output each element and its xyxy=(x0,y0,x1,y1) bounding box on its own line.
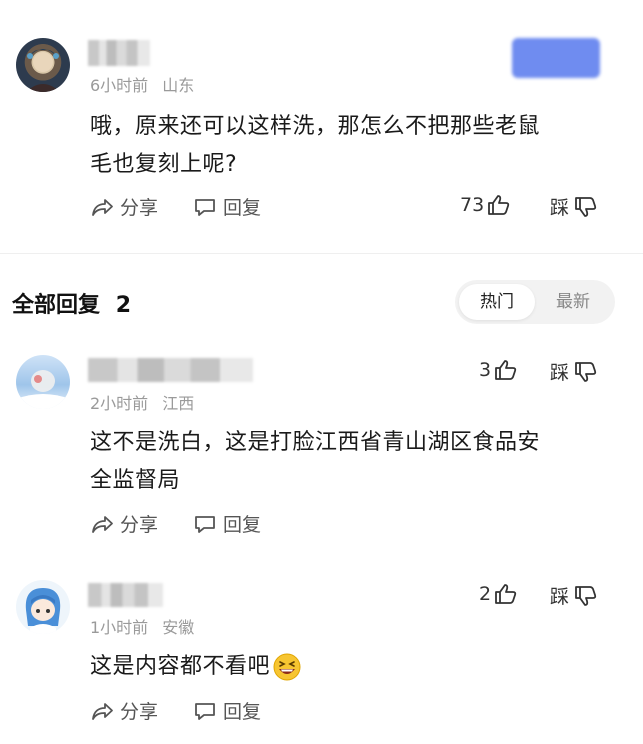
reply-text-line: 这是内容都不看吧 xyxy=(90,654,271,679)
share-icon xyxy=(92,702,113,720)
share-button[interactable]: 分享 xyxy=(90,697,158,724)
thumbs-down-icon xyxy=(575,361,597,382)
comment-meta: 6小时前 山东 xyxy=(90,72,194,96)
dislike-button[interactable]: 踩 xyxy=(550,358,605,385)
reply-text-line: 这不是洗白，这是打脸江西省青山湖区食品安 xyxy=(90,430,541,455)
like-count: 3 xyxy=(479,359,492,381)
reply-meta: 2小时前 江西 xyxy=(90,390,194,414)
like-count: 73 xyxy=(460,194,485,216)
like-button[interactable]: 3 xyxy=(479,358,525,382)
reply-location: 江西 xyxy=(162,394,195,413)
share-button[interactable]: 分享 xyxy=(90,510,158,537)
reply-text: 这不是洗白，这是打脸江西省青山湖区食品安 全监督局 xyxy=(90,424,620,500)
section-divider xyxy=(0,253,643,254)
avatar-image xyxy=(25,588,61,634)
avatar[interactable] xyxy=(16,580,70,634)
dislike-button[interactable]: 踩 xyxy=(550,582,605,609)
reply-label: 回复 xyxy=(223,701,262,723)
like-button[interactable]: 2 xyxy=(479,582,525,606)
like-count: 2 xyxy=(479,583,492,605)
tab-latest[interactable]: 最新 xyxy=(535,284,611,320)
dislike-label: 踩 xyxy=(550,197,570,219)
username-redacted xyxy=(88,358,253,382)
thumbs-up-icon xyxy=(488,195,510,215)
reply-text-line: 全监督局 xyxy=(90,468,181,493)
avatar[interactable] xyxy=(16,355,70,409)
thumbs-down-icon xyxy=(575,585,597,606)
reply-location: 安徽 xyxy=(162,618,195,637)
replies-header: 全部回复 2 xyxy=(12,287,131,319)
reply-button[interactable]: 回复 xyxy=(193,193,261,220)
comment-text-line: 毛也复刻上呢? xyxy=(90,152,238,177)
comment-icon xyxy=(195,702,215,720)
comment-text: 哦，原来还可以这样洗，那怎么不把那些老鼠 毛也复刻上呢? xyxy=(90,108,620,184)
comment-icon xyxy=(195,198,215,216)
dislike-label: 踩 xyxy=(550,586,570,608)
grinning-emoji-icon xyxy=(273,653,301,681)
reply-button[interactable]: 回复 xyxy=(193,510,261,537)
reply-button[interactable]: 回复 xyxy=(193,697,261,724)
redacted-badge xyxy=(512,38,600,78)
share-icon xyxy=(92,198,113,216)
sort-tabs: 热门 最新 xyxy=(455,280,615,324)
reply-meta: 1小时前 安徽 xyxy=(90,614,194,638)
share-button[interactable]: 分享 xyxy=(90,193,158,220)
dislike-label: 踩 xyxy=(550,362,570,384)
comment-location: 山东 xyxy=(162,76,195,95)
avatar-image xyxy=(26,49,60,92)
username-redacted xyxy=(88,40,150,66)
share-label: 分享 xyxy=(120,701,159,723)
thumbs-down-icon xyxy=(575,196,597,217)
share-icon xyxy=(92,515,113,533)
dislike-button[interactable]: 踩 xyxy=(550,193,605,220)
avatar[interactable] xyxy=(16,38,70,92)
reply-label: 回复 xyxy=(223,514,262,536)
comment-text-line: 哦，原来还可以这样洗，那怎么不把那些老鼠 xyxy=(90,114,541,139)
share-label: 分享 xyxy=(120,197,159,219)
share-label: 分享 xyxy=(120,514,159,536)
thumbs-up-icon xyxy=(495,360,517,380)
replies-title: 全部回复 xyxy=(12,293,101,318)
reply-time: 2小时前 xyxy=(90,394,149,413)
reply-label: 回复 xyxy=(223,197,262,219)
avatar-image xyxy=(16,370,70,409)
reply-text: 这是内容都不看吧 xyxy=(90,648,620,686)
comment-icon xyxy=(195,515,215,533)
tab-hot[interactable]: 热门 xyxy=(459,284,535,320)
replies-count: 2 xyxy=(115,293,131,318)
username-redacted xyxy=(88,583,163,607)
comment-time: 6小时前 xyxy=(90,76,149,95)
like-button[interactable]: 73 xyxy=(460,193,518,217)
thumbs-up-icon xyxy=(495,584,517,604)
reply-time: 1小时前 xyxy=(90,618,149,637)
